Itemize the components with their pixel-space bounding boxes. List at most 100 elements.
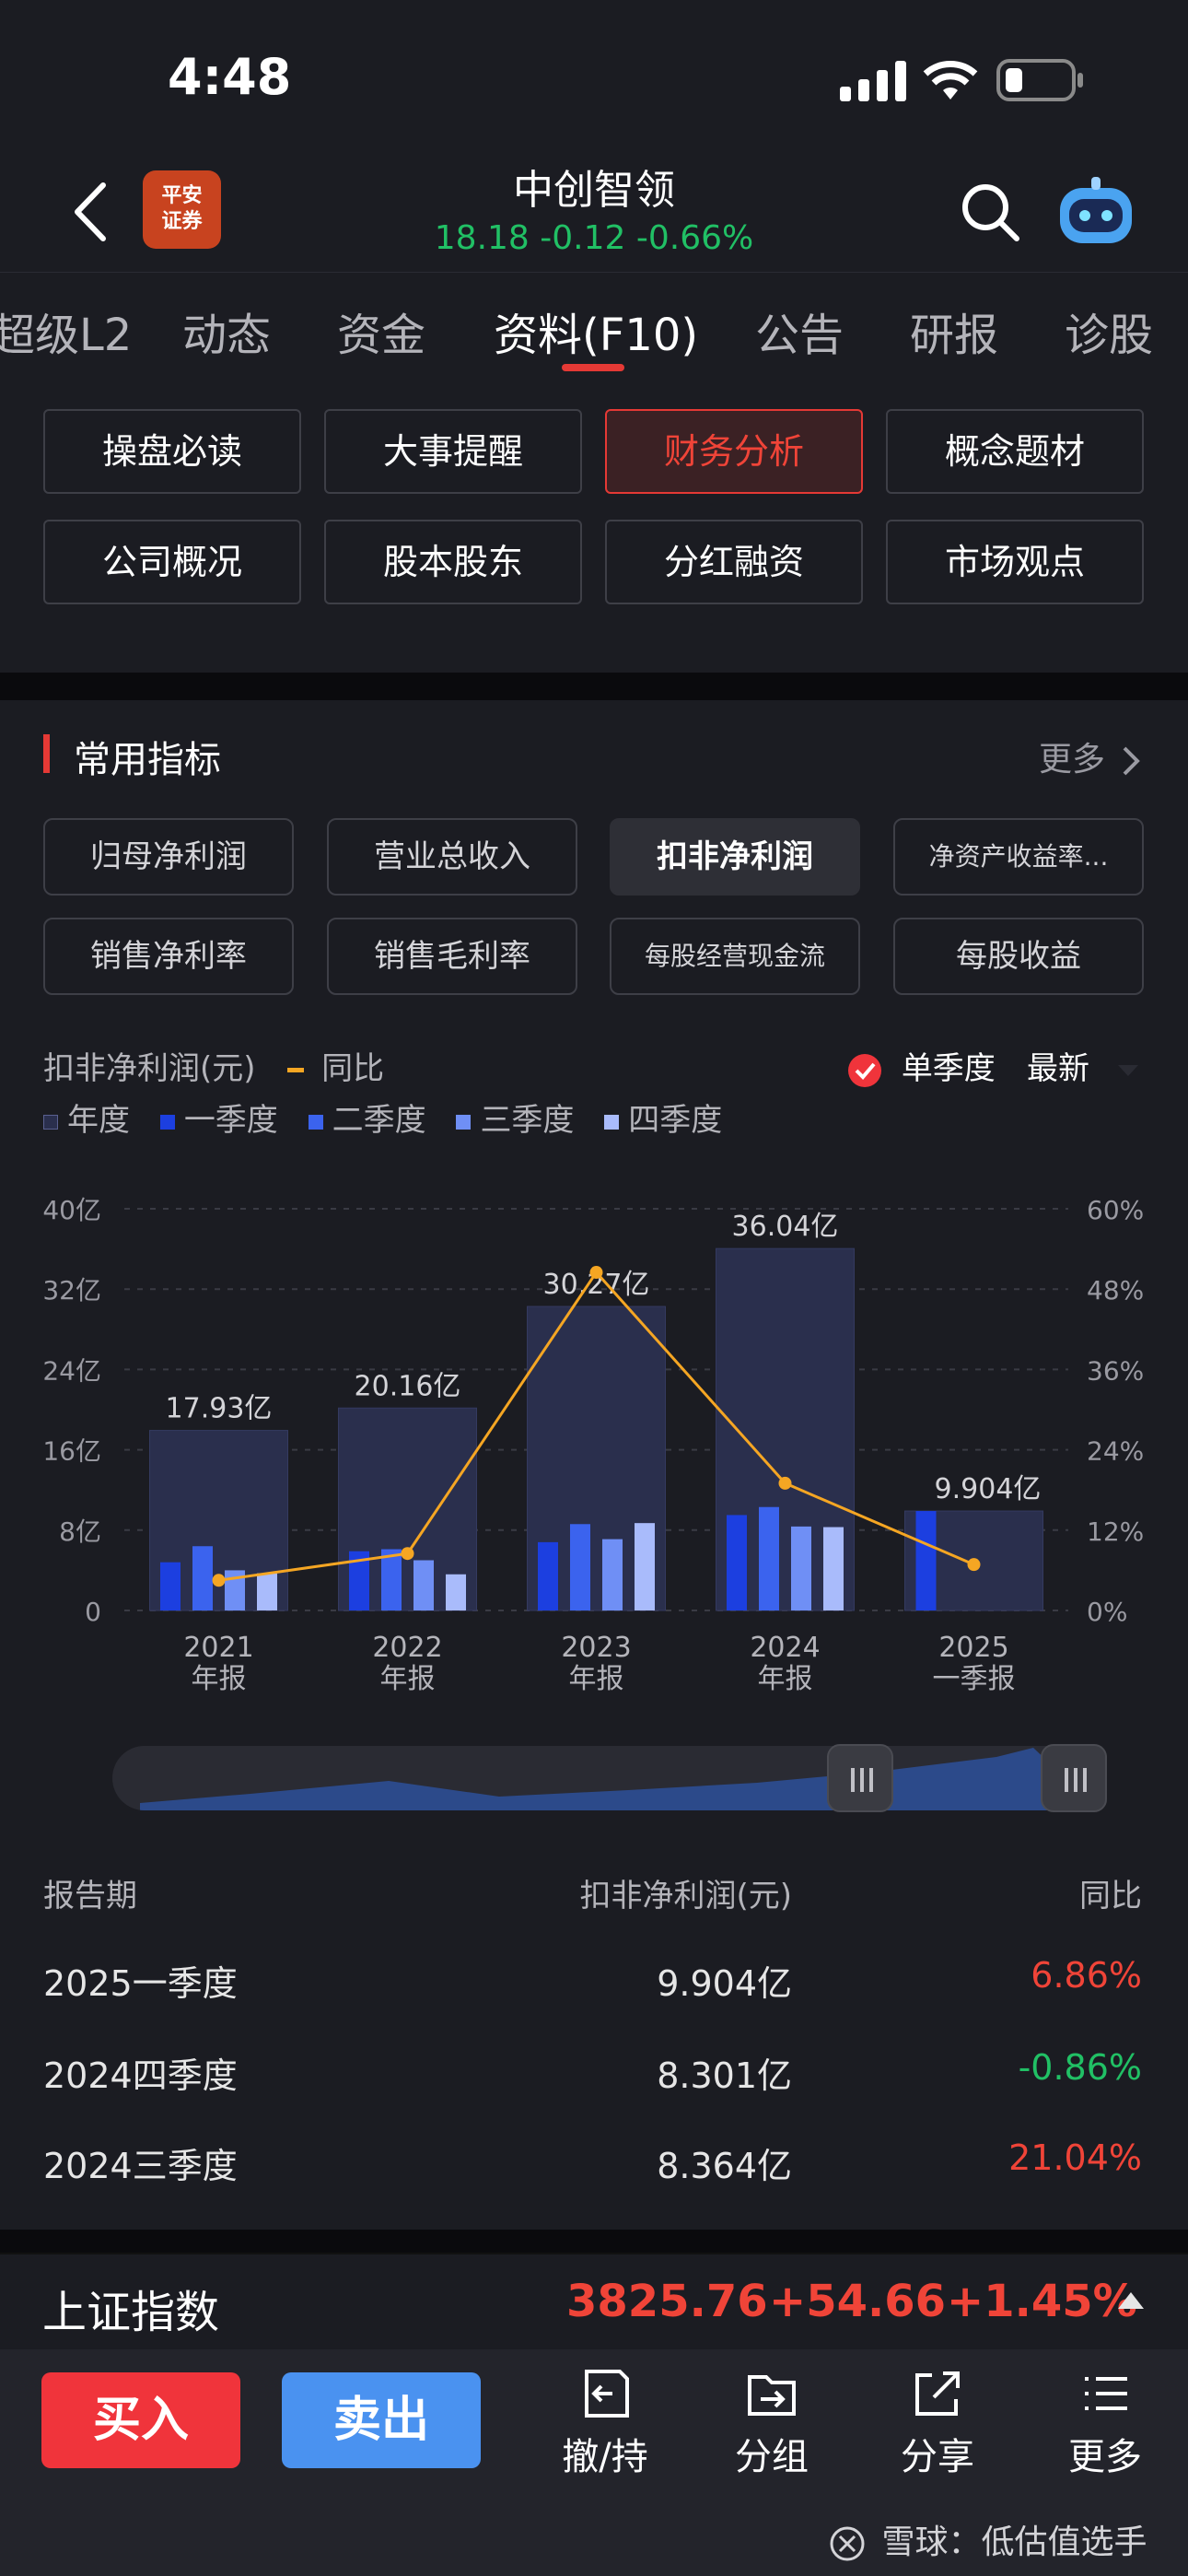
status-bar: 4:48	[0, 0, 1188, 147]
metric-total-revenue[interactable]: 营业总收入	[327, 818, 577, 896]
legend-swatch-q4	[604, 1114, 620, 1130]
watermark: 雪球：低估值选手	[829, 2515, 1147, 2563]
table-cell-period: 2024四季度	[43, 2055, 238, 2096]
group-button[interactable]: 分组	[716, 2366, 827, 2480]
tab-f10[interactable]: 资料(F10)	[494, 299, 698, 363]
tab-news[interactable]: 动态	[182, 299, 271, 363]
quarter-bar	[570, 1524, 590, 1610]
grid-btn-concepts[interactable]: 概念题材	[886, 409, 1144, 494]
table-cell-period: 2024三季度	[43, 2146, 238, 2186]
grid-btn-trading-guide[interactable]: 操盘必读	[43, 409, 301, 494]
table-cell-yoy: 6.86%	[1031, 1955, 1142, 1996]
annual-bar-label: 9.904亿	[935, 1473, 1042, 1505]
range-handle-right[interactable]	[1041, 1744, 1107, 1812]
section-accent-bar	[43, 734, 50, 773]
assistant-robot-icon[interactable]	[1054, 175, 1137, 249]
yoy-point	[589, 1266, 603, 1280]
y-right-tick-label: 12%	[1087, 1516, 1144, 1547]
tab-l2[interactable]: 超级L2	[0, 299, 132, 363]
metric-eps[interactable]: 每股收益	[893, 918, 1144, 995]
quarter-bar	[446, 1574, 466, 1610]
section-divider-bottom	[0, 2230, 1188, 2253]
metric-gross-margin[interactable]: 销售毛利率	[327, 918, 577, 995]
yoy-point	[778, 1476, 792, 1490]
annual-bar-label: 20.16亿	[355, 1370, 461, 1402]
x-tick-label: 一季报	[933, 1663, 1016, 1695]
metric-deducted-net-profit[interactable]: 扣非净利润	[610, 818, 860, 896]
tab-diagnosis[interactable]: 诊股	[1065, 299, 1153, 363]
battery-icon	[996, 59, 1083, 101]
y-left-tick-label: 24亿	[42, 1355, 101, 1386]
yoy-legend-line	[287, 1068, 305, 1072]
quarter-bar	[823, 1527, 844, 1610]
more-link[interactable]: 更多	[1039, 732, 1143, 780]
x-tick-label: 2022	[372, 1632, 442, 1664]
table-header-period: 报告期	[43, 1878, 137, 1914]
grid-btn-market-views[interactable]: 市场观点	[886, 520, 1144, 604]
table-cell-value: 8.364亿	[657, 2146, 792, 2186]
quarter-bar	[192, 1546, 213, 1610]
latest-dropdown[interactable]: 最新	[1027, 1043, 1140, 1088]
metric-parent-net-profit[interactable]: 归母净利润	[43, 818, 294, 896]
quarter-bar	[413, 1560, 434, 1610]
metric-net-margin[interactable]: 销售净利率	[43, 918, 294, 995]
legend-swatch-annual	[43, 1114, 58, 1130]
grid-btn-profile[interactable]: 公司概况	[43, 520, 301, 604]
table-cell-period: 2025一季度	[43, 1963, 238, 2004]
wifi-icon	[923, 61, 978, 100]
more-button[interactable]: 更多	[1050, 2366, 1160, 2480]
grid-btn-dividends[interactable]: 分红融资	[605, 520, 863, 604]
metric-cashflow-per-share[interactable]: 每股经营现金流	[610, 918, 860, 995]
yoy-point	[401, 1547, 414, 1561]
table-cell-yoy: 21.04%	[1008, 2137, 1142, 2178]
y-right-tick-label: 24%	[1087, 1436, 1144, 1467]
caret-up-icon[interactable]	[1116, 2289, 1146, 2311]
grid-btn-financial[interactable]: 财务分析	[605, 409, 863, 494]
y-right-tick-label: 48%	[1087, 1275, 1144, 1306]
y-left-tick-label: 16亿	[42, 1436, 101, 1467]
chart-legend: 年度 一季度 二季度 三季度 四季度	[43, 1095, 722, 1140]
quarter-bar	[759, 1506, 779, 1610]
table-header-yoy: 同比	[1079, 1878, 1142, 1914]
quarter-bar	[160, 1562, 181, 1610]
profit-chart: 0 0% 8亿 12% 16亿 24% 24亿 36% 32亿 48% 40亿 60% 17.93亿 20…	[42, 1195, 1144, 1695]
grip-icon	[851, 1768, 873, 1792]
x-tick-label: 年报	[192, 1663, 247, 1695]
table-header-value: 扣非净利润(元)	[579, 1878, 792, 1914]
tab-funds[interactable]: 资金	[337, 299, 425, 363]
index-name: 上证指数	[42, 2287, 220, 2338]
grid-btn-shareholders[interactable]: 股本股东	[324, 520, 582, 604]
annual-bar-label: 17.93亿	[166, 1393, 273, 1425]
single-quarter-toggle[interactable]: 单季度	[847, 1043, 996, 1088]
index-value: 3825.76	[566, 2276, 768, 2327]
tab-underline	[562, 364, 624, 371]
x-tick-label: 2025	[938, 1632, 1008, 1664]
y-left-tick-label: 32亿	[42, 1275, 101, 1306]
table-cell-yoy: -0.86%	[1018, 2047, 1142, 2088]
section-divider	[0, 673, 1188, 700]
index-pct: +1.45%	[947, 2276, 1137, 2327]
range-handle-left[interactable]	[827, 1744, 893, 1812]
legend-swatch-q2	[308, 1114, 323, 1130]
y-left-tick-label: 40亿	[42, 1195, 101, 1225]
sell-button[interactable]: 卖出	[282, 2372, 481, 2468]
index-change: +54.66	[769, 2276, 947, 2327]
grid-btn-events[interactable]: 大事提醒	[324, 409, 582, 494]
tab-research[interactable]: 研报	[910, 299, 998, 363]
table-cell-value: 9.904亿	[657, 1963, 792, 2004]
check-circle-icon	[848, 1053, 881, 1087]
quarter-bar	[791, 1526, 811, 1610]
metric-roe[interactable]: 净资产收益率...	[893, 818, 1144, 896]
folder-icon	[748, 2375, 796, 2416]
legend-swatch-q1	[159, 1114, 175, 1130]
x-tick-label: 2023	[561, 1632, 631, 1664]
y-left-tick-label: 0	[85, 1597, 101, 1627]
search-icon[interactable]	[958, 180, 1022, 244]
y-right-tick-label: 60%	[1087, 1195, 1144, 1225]
y-right-tick-label: 36%	[1087, 1355, 1144, 1386]
cancel-hold-button[interactable]: 撤/持	[550, 2366, 660, 2480]
share-button[interactable]: 分享	[882, 2366, 993, 2480]
tab-announcements[interactable]: 公告	[755, 299, 844, 363]
range-slider-track[interactable]	[112, 1746, 1107, 1810]
buy-button[interactable]: 买入	[41, 2372, 240, 2468]
